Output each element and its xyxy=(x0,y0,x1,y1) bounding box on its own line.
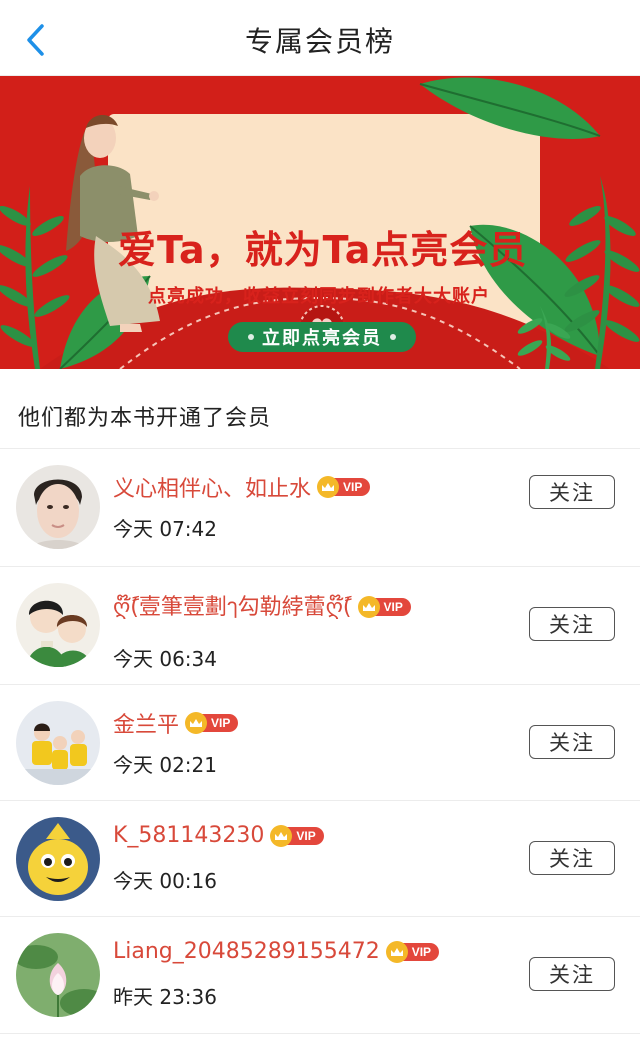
vip-badge: VIP xyxy=(385,940,440,963)
crown-icon xyxy=(317,476,340,498)
dot-icon xyxy=(248,334,254,340)
member-time: 今天 06:34 xyxy=(113,647,217,671)
member-name[interactable]: K_581143230 xyxy=(113,823,264,848)
crown-icon xyxy=(185,712,208,734)
member-name[interactable]: Liang_20485289155472 xyxy=(113,939,380,964)
follow-button[interactable]: 关注 xyxy=(529,957,615,991)
crown-icon xyxy=(357,595,380,618)
member-time: 今天 00:16 xyxy=(113,869,217,893)
member-name-line: ღًً໊(壹筆壹劃ๅ勾勒綍蕾ღًً໊( VIP xyxy=(113,589,411,624)
avatar[interactable] xyxy=(16,465,100,549)
member-name-line: K_581143230 VIP xyxy=(113,823,324,848)
crown-icon xyxy=(385,940,408,963)
vip-badge: VIP xyxy=(357,595,411,618)
dot-icon xyxy=(390,334,396,340)
member-row[interactable]: K_581143230 VIP 今天 00:16 关注 xyxy=(0,801,640,918)
avatar[interactable] xyxy=(16,701,100,785)
member-name[interactable]: 金兰平 xyxy=(113,707,179,739)
follow-button[interactable]: 关注 xyxy=(529,475,615,509)
member-time: 今天 07:42 xyxy=(113,517,217,541)
member-time: 昨天 23:36 xyxy=(113,985,217,1009)
vip-badge: VIP xyxy=(270,824,324,847)
vip-badge: VIP xyxy=(185,712,239,734)
member-name[interactable]: ღًً໊(壹筆壹劃ๅ勾勒綍蕾ღًً໊( xyxy=(113,589,352,624)
member-row[interactable]: 义心相伴心、如止水 VIP 今天 07:42 关注 xyxy=(0,449,640,566)
member-row[interactable]: Liang_20485289155472 VIP 昨天 23:36 关注 xyxy=(0,917,640,1034)
section-title: 他们都为本书开通了会员 xyxy=(18,406,272,431)
light-up-vip-button[interactable]: 立即点亮会员 xyxy=(228,322,416,352)
avatar[interactable] xyxy=(16,933,100,1017)
avatar[interactable] xyxy=(16,817,100,901)
member-name-line: 金兰平 VIP xyxy=(113,707,239,739)
member-name-line: Liang_20485289155472 VIP xyxy=(113,939,440,964)
member-row[interactable]: 金兰平 VIP 今天 02:21 关注 xyxy=(0,685,640,802)
banner-headline: 爱Ta，就为Ta点亮会员 xyxy=(118,228,528,272)
page-title: 专属会员榜 xyxy=(244,25,395,58)
member-time: 今天 02:21 xyxy=(113,753,217,777)
follow-button[interactable]: 关注 xyxy=(529,841,615,875)
follow-button[interactable]: 关注 xyxy=(529,725,615,759)
top-nav-bar: 专属会员榜 xyxy=(0,0,640,76)
vip-badge: VIP xyxy=(317,476,371,498)
crown-icon xyxy=(270,824,293,847)
member-name-line: 义心相伴心、如止水 VIP xyxy=(113,471,371,503)
cta-label: 立即点亮会员 xyxy=(262,328,382,349)
member-name[interactable]: 义心相伴心、如止水 xyxy=(113,471,311,503)
banner-subtitle: 点亮成功，收益立刻同步到作者大大账户 xyxy=(148,286,490,307)
member-row[interactable]: ღًً໊(壹筆壹劃ๅ勾勒綍蕾ღًً໊( VIP 今天 06:34 关注 xyxy=(0,567,640,684)
avatar[interactable] xyxy=(16,583,100,667)
divider xyxy=(0,1033,640,1034)
follow-button[interactable]: 关注 xyxy=(529,607,615,641)
promo-banner[interactable]: 爱Ta，就为Ta点亮会员 点亮成功，收益立刻同步到作者大大账户 立即点亮会员 xyxy=(0,76,640,369)
